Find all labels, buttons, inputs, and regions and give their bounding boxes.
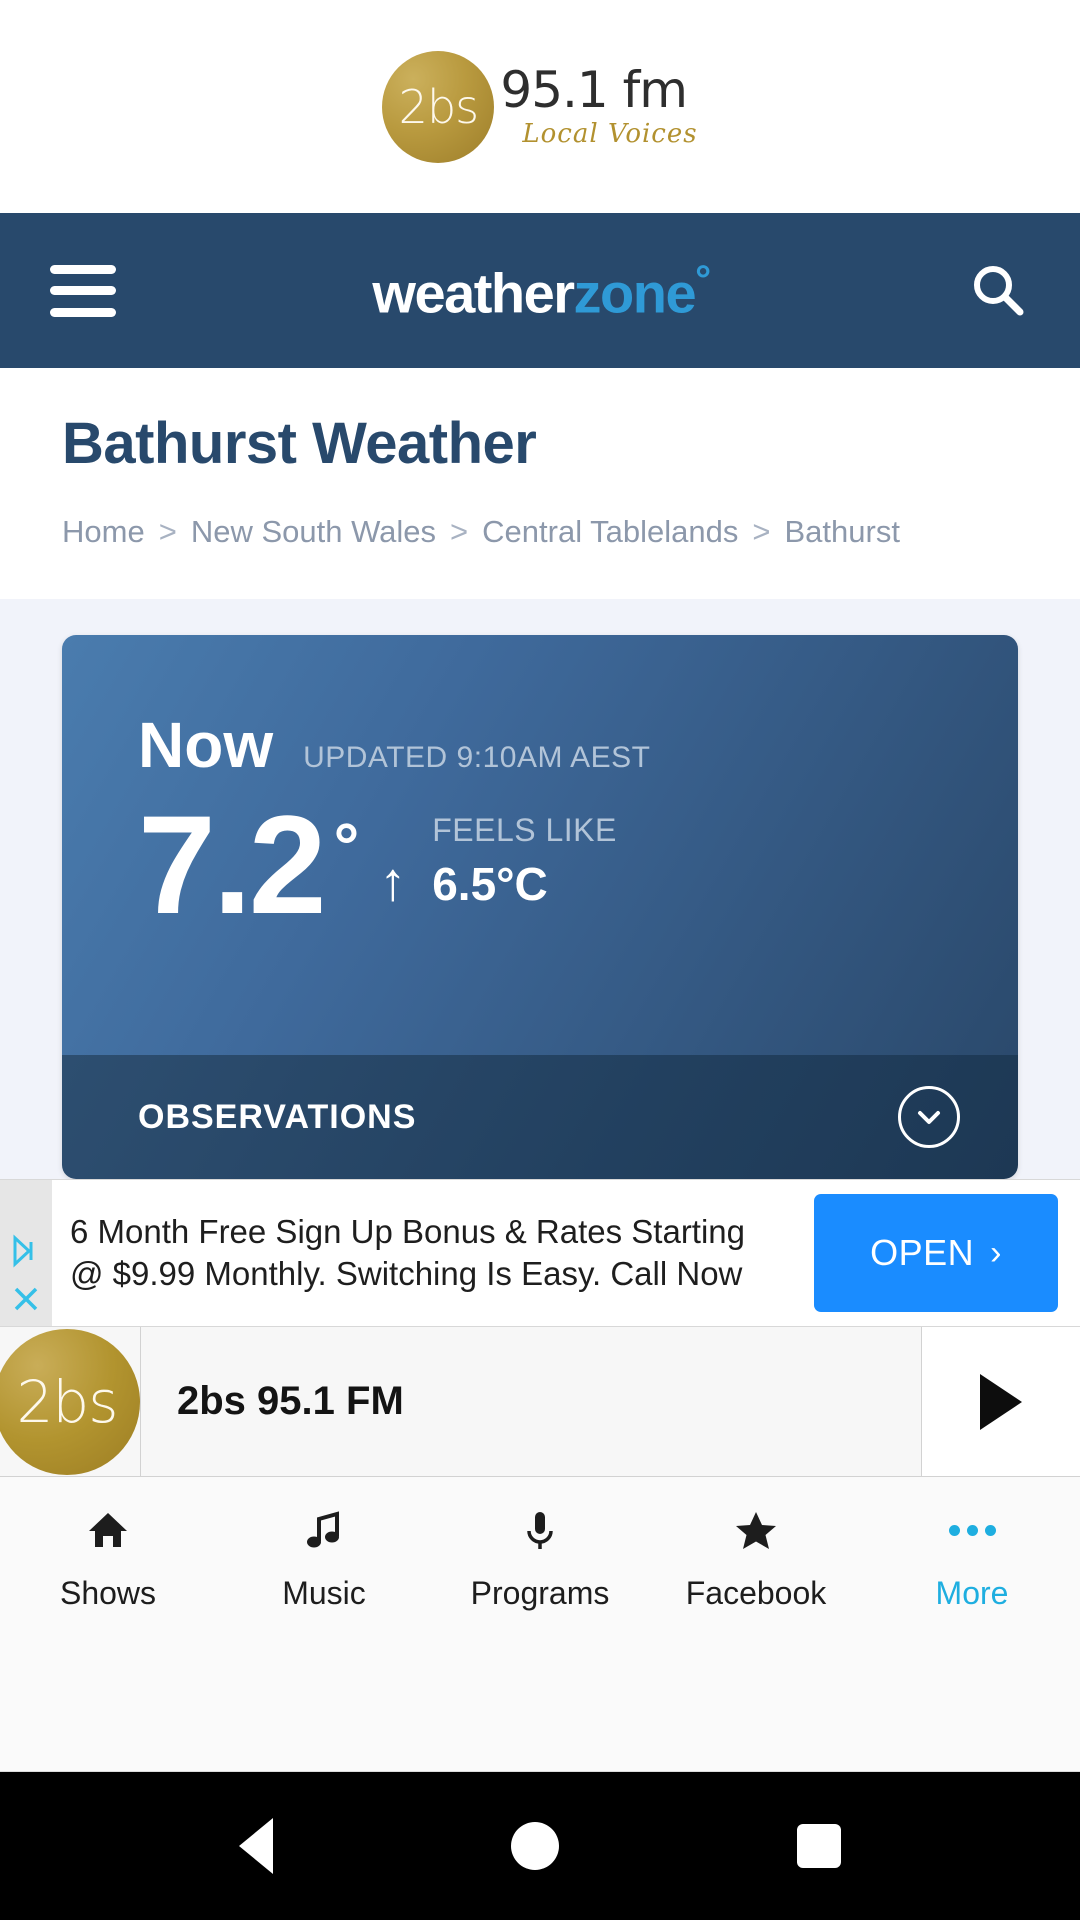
breadcrumb-item-town[interactable]: Bathurst — [784, 505, 899, 559]
back-icon[interactable] — [239, 1818, 273, 1874]
breadcrumb-separator: > — [752, 514, 771, 549]
recents-square-icon[interactable] — [797, 1824, 841, 1868]
feels-like-label: FEELS LIKE — [432, 812, 617, 849]
player-title-cell[interactable]: 2bs 95.1 FM — [140, 1327, 922, 1477]
microphone-icon — [517, 1505, 563, 1555]
updated-timestamp: UPDATED 9:10AM AEST — [303, 741, 651, 775]
breadcrumb-separator: > — [450, 514, 469, 549]
chevron-down-icon[interactable] — [898, 1086, 960, 1149]
tab-label-facebook: Facebook — [685, 1575, 827, 1612]
temperature-row: 7.2 ° ↑ FEELS LIKE 6.5°C — [138, 795, 1018, 935]
music-note-icon — [301, 1505, 347, 1555]
chevron-down-glyph — [918, 1111, 940, 1125]
breadcrumb: Home > New South Wales > Central Tablela… — [62, 505, 1018, 559]
android-navigation-bar — [0, 1772, 1080, 1920]
station-disc-label: 2bs — [398, 79, 479, 134]
temperature-trend-up-icon: ↑ — [379, 852, 407, 913]
ellipsis-dot — [948, 1524, 960, 1536]
close-icon[interactable] — [3, 1276, 49, 1322]
tab-facebook[interactable]: Facebook — [648, 1505, 864, 1612]
feels-like-value: 6.5°C — [432, 858, 548, 911]
player-station-logo: 2bs — [0, 1328, 140, 1475]
current-conditions-card[interactable]: Now UPDATED 9:10AM AEST 7.2 ° ↑ FEELS LI… — [62, 635, 1018, 1180]
ellipsis-dot — [984, 1524, 996, 1536]
music-note-glyph — [307, 1511, 339, 1548]
ad-copy-line1: 6 Month Free Sign Up Bonus & Rates Start… — [70, 1213, 746, 1251]
hamburger-bar — [50, 307, 116, 317]
home-icon — [85, 1505, 131, 1555]
page-title: Bathurst Weather — [62, 411, 537, 476]
star-glyph — [736, 1512, 776, 1550]
close-glyph — [14, 1288, 38, 1311]
page-header-area: Bathurst Weather Home > New South Wales … — [0, 368, 1080, 600]
tab-label-more: More — [935, 1575, 1009, 1612]
station-disc-logo: 2bs — [382, 50, 495, 163]
degree-symbol: ° — [333, 810, 360, 883]
tab-label-programs: Programs — [470, 1575, 610, 1612]
ellipsis-dots — [948, 1524, 996, 1536]
chevron-right-icon: › — [990, 1233, 1002, 1272]
home-glyph — [89, 1513, 127, 1548]
hamburger-bar — [50, 264, 116, 274]
search-icon[interactable] — [966, 259, 1030, 323]
now-label: Now — [138, 709, 274, 782]
hamburger-bar — [50, 286, 116, 295]
tab-label-music: Music — [282, 1575, 366, 1612]
tab-shows[interactable]: Shows — [0, 1505, 216, 1612]
tab-music[interactable]: Music — [216, 1505, 432, 1612]
weather-card-region: Now UPDATED 9:10AM AEST 7.2 ° ↑ FEELS LI… — [0, 599, 1080, 1180]
weatherzone-logo-weather: weather — [372, 261, 575, 325]
current-temperature: 7.2 — [138, 786, 327, 944]
radio-player-bar: 2bs 2bs 95.1 FM — [0, 1327, 1080, 1478]
ad-open-label: OPEN — [870, 1232, 975, 1274]
station-tagline: Local Voices — [522, 118, 698, 149]
ad-open-button[interactable]: OPEN › — [814, 1194, 1058, 1313]
weatherzone-logo-degree: ° — [695, 257, 711, 302]
feels-like-block: FEELS LIKE 6.5°C — [432, 812, 617, 911]
observations-bar[interactable]: OBSERVATIONS — [62, 1055, 1018, 1180]
station-frequency: 95.1 fm — [500, 60, 688, 119]
ellipsis-dot — [966, 1524, 978, 1536]
current-conditions-top: Now UPDATED 9:10AM AEST 7.2 ° ↑ FEELS LI… — [62, 635, 1018, 1056]
now-row: Now UPDATED 9:10AM AEST — [138, 713, 1018, 777]
breadcrumb-item-home[interactable]: Home — [62, 505, 145, 559]
player-logo-label: 2bs — [16, 1367, 119, 1436]
breadcrumb-separator: > — [158, 514, 177, 549]
bottom-tab-bar: Shows Music Programs Facebook More — [0, 1477, 1080, 1772]
microphone-glyph — [527, 1512, 553, 1550]
adchoices-icon[interactable] — [3, 1228, 49, 1274]
star-icon — [733, 1505, 779, 1555]
home-circle-icon[interactable] — [511, 1822, 559, 1870]
ellipsis-icon — [948, 1505, 996, 1555]
tab-programs[interactable]: Programs — [432, 1505, 648, 1612]
observations-label: OBSERVATIONS — [138, 1097, 417, 1136]
play-button[interactable] — [922, 1327, 1080, 1477]
adchoices-glyph — [13, 1234, 33, 1268]
player-station-name: 2bs 95.1 FM — [177, 1379, 404, 1424]
breadcrumb-item-state[interactable]: New South Wales — [191, 505, 436, 559]
station-frequency-block: 95.1 fm Local Voices — [500, 65, 697, 149]
play-icon — [980, 1373, 1022, 1430]
breadcrumb-item-region[interactable]: Central Tablelands — [482, 505, 738, 559]
weatherzone-logo[interactable]: weatherzone° — [372, 257, 711, 325]
ad-copy: 6 Month Free Sign Up Bonus & Rates Start… — [52, 1180, 814, 1326]
hamburger-menu-icon[interactable] — [50, 264, 116, 317]
weatherzone-header: weatherzone° — [0, 213, 1080, 368]
station-branding-bar: 2bs 95.1 fm Local Voices — [0, 0, 1080, 213]
tab-more[interactable]: More — [864, 1505, 1080, 1612]
tab-label-shows: Shows — [59, 1575, 157, 1612]
station-logo: 2bs 95.1 fm Local Voices — [382, 50, 697, 163]
ad-controls — [0, 1180, 52, 1327]
weatherzone-logo-zone: zone — [573, 261, 697, 325]
advertisement-banner[interactable]: 6 Month Free Sign Up Bonus & Rates Start… — [0, 1179, 1080, 1328]
ad-copy-line2: @ $9.99 Monthly. Switching Is Easy. Call… — [70, 1255, 743, 1293]
